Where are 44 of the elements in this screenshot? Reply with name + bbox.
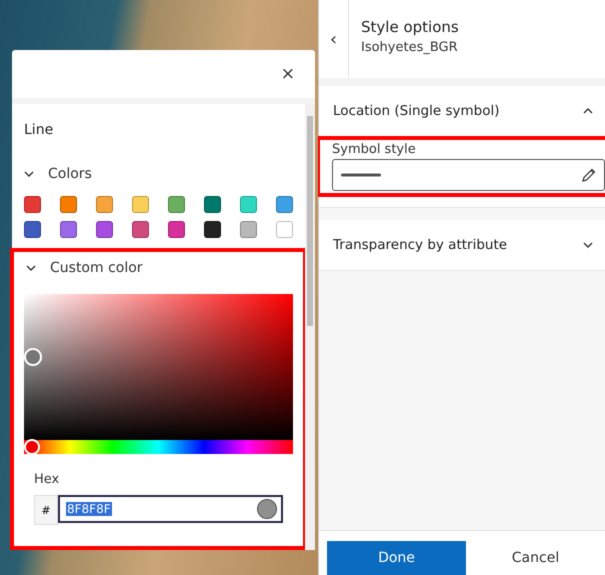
color-swatch[interactable] [276, 196, 293, 213]
color-swatch[interactable] [96, 196, 113, 213]
color-swatch[interactable] [132, 221, 149, 238]
field-label: Symbol style [332, 142, 417, 157]
saturation-field[interactable] [24, 294, 293, 440]
done-button[interactable]: Done [327, 541, 466, 575]
panel-title: Style options [361, 18, 459, 36]
symbol-style-field[interactable] [332, 159, 605, 191]
color-swatch[interactable] [276, 221, 293, 238]
hue-thumb[interactable] [24, 439, 40, 455]
custom-color-label: Custom color [50, 260, 143, 276]
hex-value: 8F8F8F [66, 502, 112, 516]
pencil-icon[interactable] [581, 168, 596, 182]
chevron-icon [26, 265, 36, 271]
hex-label: Hex [34, 472, 60, 487]
hue-slider[interactable] [24, 440, 293, 454]
chevron-icon [583, 242, 593, 248]
color-swatch[interactable] [24, 221, 41, 238]
chevron-icon [583, 108, 593, 114]
color-swatch[interactable] [24, 196, 41, 213]
color-swatch[interactable] [60, 196, 77, 213]
color-thumb[interactable] [24, 348, 42, 366]
color-swatch[interactable] [240, 196, 257, 213]
section-header[interactable]: Transparency by attribute [319, 220, 605, 270]
close-button[interactable]: × [278, 64, 297, 84]
color-swatch[interactable] [60, 221, 77, 238]
hex-input-field[interactable]: 8F8F8F [58, 495, 283, 523]
color-swatch[interactable] [132, 196, 149, 213]
color-swatch[interactable] [168, 221, 185, 238]
colors-label: Colors [48, 166, 92, 182]
color-swatch[interactable] [168, 196, 185, 213]
chevron-icon [24, 171, 34, 177]
colors-group-header[interactable]: Colors [12, 160, 305, 188]
line-symbol-icon [341, 173, 381, 177]
color-swatch[interactable] [204, 221, 221, 238]
section-header[interactable]: Location (Single symbol) [319, 86, 605, 136]
color-swatch[interactable] [240, 221, 257, 238]
scrollbar[interactable] [305, 104, 315, 550]
hash-label: # [34, 495, 58, 525]
color-swatch[interactable] [204, 196, 221, 213]
color-swatch[interactable] [96, 221, 113, 238]
section-title: Line [23, 121, 54, 138]
custom-color-header[interactable]: Custom color [24, 252, 293, 284]
layer-name: Isohyetes_BGR [361, 40, 459, 55]
